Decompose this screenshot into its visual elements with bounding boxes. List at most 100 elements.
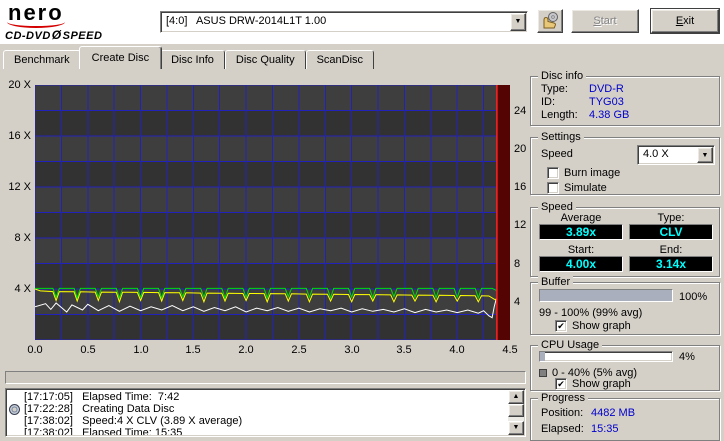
tab-benchmark[interactable]: Benchmark (3, 50, 81, 69)
x-axis-tick: 4.5 (502, 344, 518, 356)
x-axis-tick: 0.5 (80, 344, 96, 356)
checkmark-icon: ✔ (557, 379, 565, 389)
chevron-down-icon: ▼ (701, 152, 709, 159)
x-axis-tick: 3.0 (344, 344, 360, 356)
speed-select-value: 4.0 X (643, 148, 669, 160)
elapsed-label: Elapsed: (541, 423, 584, 435)
disc-type-label: Type: (541, 83, 568, 95)
scroll-up-button[interactable]: ▲ (508, 390, 524, 404)
log-scrollbar[interactable]: ▲ ▼ (508, 390, 524, 435)
nero-cd-dvd-speed-window: nero CD-DVDØSPEED [4:0] ASUS DRW-2014L1T… (0, 0, 724, 441)
logo-cddvd-text: CD-DVD (5, 30, 51, 42)
buffer-group: Buffer 100% 99 - 100% (99% avg) ✔ Show g… (530, 276, 720, 335)
log-entry[interactable]: [17:22:28] Creating Data Disc (24, 403, 507, 415)
settings-group: Settings Speed 4.0 X ▼ Burn image Simula… (530, 131, 720, 195)
disc-id-value: TYG03 (589, 96, 624, 108)
exit-button[interactable]: Exit (651, 9, 719, 33)
log-entry[interactable]: [17:38:02] Elapsed Time: 15:35 (24, 427, 507, 435)
start-label: Start: (567, 244, 595, 256)
x-axis-tick: 0.0 (27, 344, 43, 356)
hand-disc-icon (543, 11, 558, 28)
start-speed-display: 4.00x (539, 256, 623, 272)
x-axis-tick: 4.0 (449, 344, 465, 356)
y-axis-left-tick: 12 X (8, 181, 31, 193)
drive-select[interactable]: [4:0] ASUS DRW-2014L1T 1.00 ▼ (160, 11, 528, 33)
y-axis-right-tick: 24 (514, 105, 527, 117)
speed-setting-label: Speed (541, 148, 573, 160)
group-title: Settings (538, 131, 584, 143)
tab-create-disc[interactable]: Create Disc (78, 46, 163, 69)
drive-select-dropdown-button[interactable]: ▼ (510, 13, 526, 31)
y-axis-left: 20 X 16 X 12 X 8 X 4 X (5, 79, 31, 340)
scrollbar-thumb[interactable] (508, 404, 524, 417)
buffer-show-graph-label: Show graph (572, 320, 631, 332)
chevron-down-icon: ▼ (514, 18, 522, 25)
buffer-range-text: 99 - 100% (99% avg) (539, 307, 643, 319)
speed-select-dropdown-button[interactable]: ▼ (697, 147, 713, 163)
group-title: CPU Usage (538, 339, 603, 351)
cpu-show-graph-checkbox[interactable]: ✔ (555, 378, 567, 390)
speed-select[interactable]: 4.0 X ▼ (637, 145, 715, 165)
x-axis-tick: 1.0 (133, 344, 149, 356)
x-axis: 0.0 0.5 1.0 1.5 2.0 2.5 3.0 3.5 4.0 4.5 (27, 344, 517, 358)
progress-group: Progress Position: 4482 MB Elapsed: 15:3… (530, 392, 720, 441)
disc-length-label: Length: (541, 109, 578, 121)
y-axis-right-tick: 20 (514, 143, 527, 155)
end-label: End: (659, 244, 683, 256)
x-axis-tick: 1.5 (185, 344, 201, 356)
log-entry[interactable]: [17:38:02] Speed:4 X CLV (3.89 X average… (24, 415, 507, 427)
cpu-percent: 4% (679, 351, 695, 363)
scroll-down-button[interactable]: ▼ (508, 421, 524, 435)
y-axis-left-tick: 4 X (14, 283, 31, 295)
type-label: Type: (657, 212, 685, 224)
cpu-usage-group: CPU Usage 4% 0 - 40% (5% avg) ✔ Show gra… (530, 339, 720, 391)
start-button[interactable]: Start (571, 9, 639, 33)
cpu-show-graph-label: Show graph (572, 378, 631, 390)
cpu-meter-fill (540, 352, 546, 361)
tab-bar: Benchmark Create Disc Disc Info Disc Qua… (3, 46, 375, 69)
eject-button[interactable] (537, 9, 563, 33)
toolbar: nero CD-DVDØSPEED [4:0] ASUS DRW-2014L1T… (0, 0, 724, 44)
speed-group: Speed Average Type: 3.89x CLV Start: End… (530, 201, 720, 277)
write-progress-bar (5, 371, 526, 384)
speed-chart: 20 X 16 X 12 X 8 X 4 X 24 20 16 12 8 4 0.0 0.5 1.0 1… (5, 73, 526, 361)
logo-product-text: CD-DVDØSPEED (5, 28, 102, 42)
y-axis-left-tick: 16 X (8, 130, 31, 142)
checkmark-icon: ✔ (557, 321, 565, 331)
status-log: [17:17:05] Elapsed Time: 7:42 [17:22:28]… (5, 388, 526, 437)
average-label: Average (560, 212, 602, 224)
write-type-display: CLV (629, 224, 713, 240)
burn-image-checkbox[interactable] (547, 167, 559, 179)
position-label: Position: (541, 407, 584, 419)
y-axis-right-tick: 12 (514, 219, 527, 231)
cpu-graph-color-swatch (539, 369, 547, 377)
log-list: [17:17:05] Elapsed Time: 7:42 [17:22:28]… (24, 391, 507, 435)
logo-disc-glyph: Ø (51, 28, 62, 42)
buffer-meter (539, 289, 673, 302)
disc-type-value: DVD-R (589, 83, 624, 95)
simulate-checkbox[interactable] (547, 182, 559, 194)
y-axis-left-tick: 8 X (14, 232, 31, 244)
group-title: Buffer (538, 276, 574, 288)
x-axis-tick: 2.5 (291, 344, 307, 356)
arrow-up-icon: ▲ (512, 393, 520, 400)
cpu-meter (539, 351, 673, 362)
simulate-label: Simulate (564, 182, 607, 194)
disc-activity-icon (9, 404, 20, 415)
position-value: 4482 MB (591, 407, 636, 419)
disc-info-group: Disc info Type: DVD-R ID: TYG03 Length: … (530, 70, 720, 126)
tab-disc-quality[interactable]: Disc Quality (224, 50, 306, 69)
buffer-show-graph-checkbox[interactable]: ✔ (555, 320, 567, 332)
drive-select-value: [4:0] ASUS DRW-2014L1T 1.00 (166, 15, 327, 27)
tab-disc-info[interactable]: Disc Info (160, 50, 225, 69)
y-axis-right-tick: 4 (514, 296, 521, 308)
y-axis-right-tick: 8 (514, 258, 521, 270)
logo-speed-text: SPEED (62, 30, 103, 42)
log-entry[interactable]: [17:17:05] Elapsed Time: 7:42 (24, 391, 507, 403)
group-title: Disc info (538, 70, 587, 82)
chart-plot-area (35, 85, 510, 340)
group-title: Progress (538, 392, 589, 404)
buffer-meter-fill (540, 290, 672, 301)
tab-scandisc[interactable]: ScanDisc (305, 50, 375, 69)
average-speed-display: 3.89x (539, 224, 623, 240)
